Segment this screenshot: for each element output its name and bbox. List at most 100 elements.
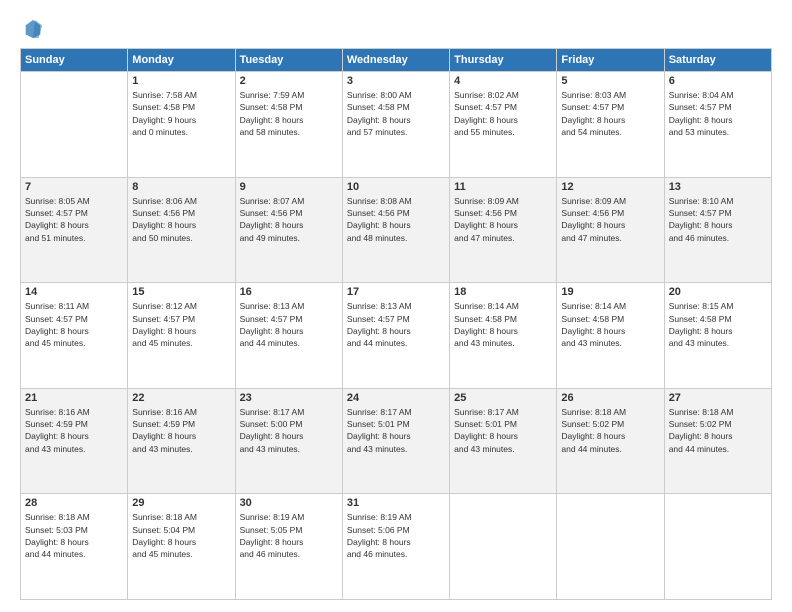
day-number: 8 <box>132 181 230 193</box>
day-number: 24 <box>347 392 445 404</box>
day-number: 3 <box>347 75 445 87</box>
weekday-header-monday: Monday <box>128 49 235 72</box>
calendar-cell: 31Sunrise: 8:19 AMSunset: 5:06 PMDayligh… <box>342 494 449 600</box>
calendar-cell: 19 Sunrise: 8:14 AMSunset: 4:58 PMDayligh… <box>557 283 664 389</box>
logo <box>20 22 44 40</box>
day-info: Sunrise: 7:58 AMSunset: 4:58 PMDaylight:… <box>132 89 230 138</box>
calendar-cell <box>21 72 128 178</box>
day-info: Sunrise: 8:06 AMSunset: 4:56 PMDaylight:… <box>132 195 230 244</box>
day-number: 7 <box>25 181 123 193</box>
day-number: 9 <box>240 181 338 193</box>
calendar-week-row: 28Sunrise: 8:18 AMSunset: 5:03 PMDayligh… <box>21 494 772 600</box>
day-info: Sunrise: 8:18 AMSunset: 5:04 PMDaylight:… <box>132 511 230 560</box>
day-number: 11 <box>454 181 552 193</box>
day-number: 16 <box>240 286 338 298</box>
calendar-week-row: 21 Sunrise: 8:16 AMSunset: 4:59 PMDayligh… <box>21 388 772 494</box>
day-number: 1 <box>132 75 230 87</box>
day-info: Sunrise: 8:19 AMSunset: 5:06 PMDaylight:… <box>347 511 445 560</box>
day-number: 20 <box>669 286 767 298</box>
calendar-cell: 29 Sunrise: 8:18 AMSunset: 5:04 PMDayligh… <box>128 494 235 600</box>
weekday-header-friday: Friday <box>557 49 664 72</box>
weekday-header-saturday: Saturday <box>664 49 771 72</box>
calendar-cell: 6Sunrise: 8:04 AMSunset: 4:57 PMDaylight… <box>664 72 771 178</box>
calendar-cell: 15 Sunrise: 8:12 AMSunset: 4:57 PMDayligh… <box>128 283 235 389</box>
calendar-cell: 20 Sunrise: 8:15 AMSunset: 4:58 PMDayligh… <box>664 283 771 389</box>
day-info: Sunrise: 8:08 AMSunset: 4:56 PMDaylight:… <box>347 195 445 244</box>
day-info: Sunrise: 8:05 AMSunset: 4:57 PMDaylight:… <box>25 195 123 244</box>
day-number: 30 <box>240 497 338 509</box>
calendar-cell <box>557 494 664 600</box>
calendar-cell: 5 Sunrise: 8:03 AMSunset: 4:57 PMDaylight… <box>557 72 664 178</box>
calendar-cell: 28Sunrise: 8:18 AMSunset: 5:03 PMDayligh… <box>21 494 128 600</box>
day-info: Sunrise: 8:17 AMSunset: 5:00 PMDaylight:… <box>240 406 338 455</box>
day-info: Sunrise: 8:18 AMSunset: 5:03 PMDaylight:… <box>25 511 123 560</box>
day-number: 18 <box>454 286 552 298</box>
weekday-header-thursday: Thursday <box>450 49 557 72</box>
day-info: Sunrise: 8:03 AMSunset: 4:57 PMDaylight:… <box>561 89 659 138</box>
day-info: Sunrise: 8:17 AMSunset: 5:01 PMDaylight:… <box>347 406 445 455</box>
day-number: 12 <box>561 181 659 193</box>
calendar-cell: 27 Sunrise: 8:18 AMSunset: 5:02 PMDayligh… <box>664 388 771 494</box>
calendar-cell: 7 Sunrise: 8:05 AMSunset: 4:57 PMDaylight… <box>21 177 128 283</box>
day-info: Sunrise: 8:15 AMSunset: 4:58 PMDaylight:… <box>669 300 767 349</box>
day-number: 5 <box>561 75 659 87</box>
day-info: Sunrise: 8:14 AMSunset: 4:58 PMDaylight:… <box>561 300 659 349</box>
day-info: Sunrise: 8:12 AMSunset: 4:57 PMDaylight:… <box>132 300 230 349</box>
calendar-cell: 17Sunrise: 8:13 AMSunset: 4:57 PMDayligh… <box>342 283 449 389</box>
calendar-cell: 23 Sunrise: 8:17 AMSunset: 5:00 PMDayligh… <box>235 388 342 494</box>
page: SundayMondayTuesdayWednesdayThursdayFrid… <box>0 0 792 612</box>
day-number: 25 <box>454 392 552 404</box>
day-number: 15 <box>132 286 230 298</box>
calendar-cell: 11Sunrise: 8:09 AMSunset: 4:56 PMDayligh… <box>450 177 557 283</box>
day-number: 4 <box>454 75 552 87</box>
day-number: 17 <box>347 286 445 298</box>
weekday-header-sunday: Sunday <box>21 49 128 72</box>
day-info: Sunrise: 8:14 AMSunset: 4:58 PMDaylight:… <box>454 300 552 349</box>
calendar-cell: 25 Sunrise: 8:17 AMSunset: 5:01 PMDayligh… <box>450 388 557 494</box>
calendar-cell: 16 Sunrise: 8:13 AMSunset: 4:57 PMDayligh… <box>235 283 342 389</box>
calendar-cell: 30 Sunrise: 8:19 AMSunset: 5:05 PMDayligh… <box>235 494 342 600</box>
calendar-cell: 1 Sunrise: 7:58 AMSunset: 4:58 PMDaylight… <box>128 72 235 178</box>
calendar-cell: 14Sunrise: 8:11 AMSunset: 4:57 PMDayligh… <box>21 283 128 389</box>
weekday-header-row: SundayMondayTuesdayWednesdayThursdayFrid… <box>21 49 772 72</box>
calendar-cell: 21 Sunrise: 8:16 AMSunset: 4:59 PMDayligh… <box>21 388 128 494</box>
day-number: 26 <box>561 392 659 404</box>
day-info: Sunrise: 8:13 AMSunset: 4:57 PMDaylight:… <box>240 300 338 349</box>
calendar-cell <box>664 494 771 600</box>
day-info: Sunrise: 8:02 AMSunset: 4:57 PMDaylight:… <box>454 89 552 138</box>
weekday-header-tuesday: Tuesday <box>235 49 342 72</box>
day-info: Sunrise: 8:17 AMSunset: 5:01 PMDaylight:… <box>454 406 552 455</box>
logo-icon <box>22 18 44 40</box>
day-number: 27 <box>669 392 767 404</box>
calendar-cell: 18 Sunrise: 8:14 AMSunset: 4:58 PMDayligh… <box>450 283 557 389</box>
calendar-week-row: 7 Sunrise: 8:05 AMSunset: 4:57 PMDaylight… <box>21 177 772 283</box>
day-info: Sunrise: 8:18 AMSunset: 5:02 PMDaylight:… <box>669 406 767 455</box>
day-number: 22 <box>132 392 230 404</box>
calendar-cell: 24 Sunrise: 8:17 AMSunset: 5:01 PMDayligh… <box>342 388 449 494</box>
calendar-week-row: 14Sunrise: 8:11 AMSunset: 4:57 PMDayligh… <box>21 283 772 389</box>
weekday-header-wednesday: Wednesday <box>342 49 449 72</box>
calendar-cell: 10 Sunrise: 8:08 AMSunset: 4:56 PMDayligh… <box>342 177 449 283</box>
day-info: Sunrise: 8:16 AMSunset: 4:59 PMDaylight:… <box>25 406 123 455</box>
header <box>20 18 772 40</box>
calendar-cell: 13 Sunrise: 8:10 AMSunset: 4:57 PMDayligh… <box>664 177 771 283</box>
day-info: Sunrise: 8:00 AMSunset: 4:58 PMDaylight:… <box>347 89 445 138</box>
day-number: 13 <box>669 181 767 193</box>
day-info: Sunrise: 8:19 AMSunset: 5:05 PMDaylight:… <box>240 511 338 560</box>
day-number: 23 <box>240 392 338 404</box>
calendar-cell: 8 Sunrise: 8:06 AMSunset: 4:56 PMDaylight… <box>128 177 235 283</box>
calendar-cell: 2Sunrise: 7:59 AMSunset: 4:58 PMDaylight… <box>235 72 342 178</box>
day-info: Sunrise: 8:16 AMSunset: 4:59 PMDaylight:… <box>132 406 230 455</box>
day-number: 2 <box>240 75 338 87</box>
day-number: 19 <box>561 286 659 298</box>
day-number: 10 <box>347 181 445 193</box>
day-number: 29 <box>132 497 230 509</box>
day-info: Sunrise: 8:10 AMSunset: 4:57 PMDaylight:… <box>669 195 767 244</box>
day-info: Sunrise: 8:18 AMSunset: 5:02 PMDaylight:… <box>561 406 659 455</box>
day-info: Sunrise: 8:04 AMSunset: 4:57 PMDaylight:… <box>669 89 767 138</box>
calendar-cell: 26 Sunrise: 8:18 AMSunset: 5:02 PMDayligh… <box>557 388 664 494</box>
calendar-cell: 9Sunrise: 8:07 AMSunset: 4:56 PMDaylight… <box>235 177 342 283</box>
day-number: 14 <box>25 286 123 298</box>
day-info: Sunrise: 8:09 AMSunset: 4:56 PMDaylight:… <box>561 195 659 244</box>
day-number: 21 <box>25 392 123 404</box>
